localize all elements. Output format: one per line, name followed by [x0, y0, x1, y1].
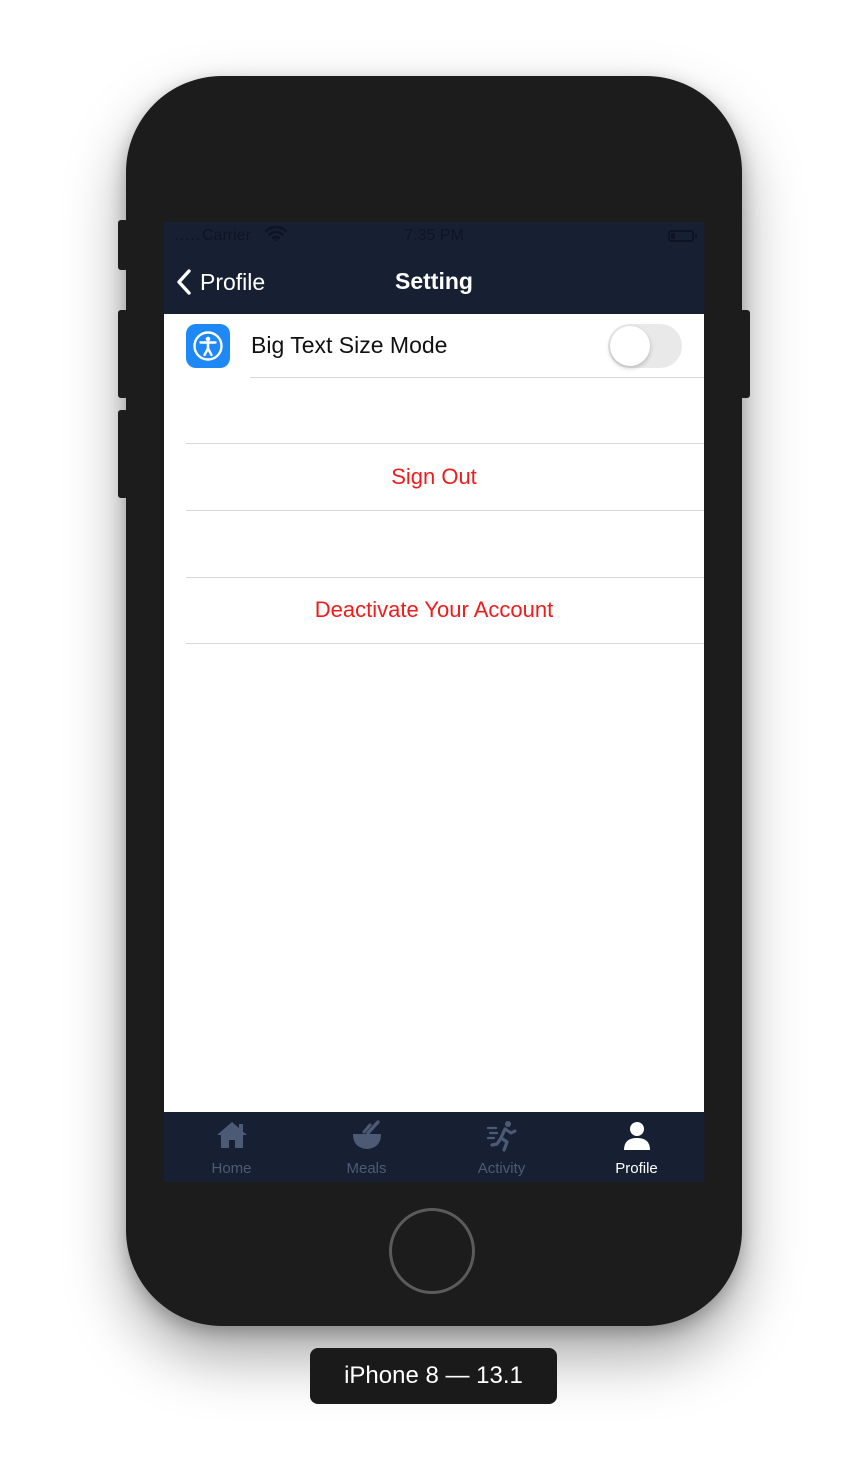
tab-profile[interactable]: Profile	[569, 1112, 704, 1182]
toggle-knob	[610, 326, 650, 366]
sign-out-button[interactable]: Sign Out	[164, 445, 704, 509]
big-text-toggle[interactable]	[608, 324, 682, 368]
divider	[186, 443, 704, 444]
volume-up-button	[118, 310, 128, 398]
status-bar: ..... Carrier 7:35 PM	[164, 222, 704, 252]
page-title: Setting	[395, 268, 473, 294]
deactivate-account-button[interactable]: Deactivate Your Account	[164, 578, 704, 642]
device-label: iPhone 8 — 13.1	[310, 1348, 557, 1404]
tab-home[interactable]: Home	[164, 1112, 299, 1182]
status-time: 7:35 PM	[404, 227, 464, 244]
divider	[250, 377, 704, 378]
home-icon	[216, 1122, 247, 1148]
screen: ..... Carrier 7:35 PM Profile Setting Bi…	[164, 222, 704, 1182]
home-button[interactable]	[389, 1208, 475, 1294]
tab-activity[interactable]: Activity	[434, 1112, 569, 1182]
bowl-icon	[352, 1120, 381, 1149]
tab-label: Home	[211, 1160, 252, 1177]
silent-switch	[118, 220, 128, 270]
volume-down-button	[118, 410, 128, 498]
battery-icon	[668, 230, 697, 242]
divider	[186, 510, 704, 511]
big-text-row: Big Text Size Mode	[164, 314, 704, 378]
tab-bar: Home Meals Activity Profile	[164, 1112, 704, 1182]
tab-label: Profile	[615, 1160, 658, 1177]
tab-label: Meals	[346, 1160, 387, 1177]
accessibility-icon	[186, 324, 230, 368]
divider	[186, 643, 704, 644]
navigation-bar: ..... Carrier 7:35 PM Profile Setting	[164, 222, 704, 314]
big-text-label: Big Text Size Mode	[251, 332, 448, 358]
power-button	[740, 310, 750, 398]
user-icon	[623, 1122, 650, 1150]
tab-label: Activity	[477, 1160, 526, 1177]
running-icon	[486, 1121, 516, 1152]
tab-meals[interactable]: Meals	[299, 1112, 434, 1182]
